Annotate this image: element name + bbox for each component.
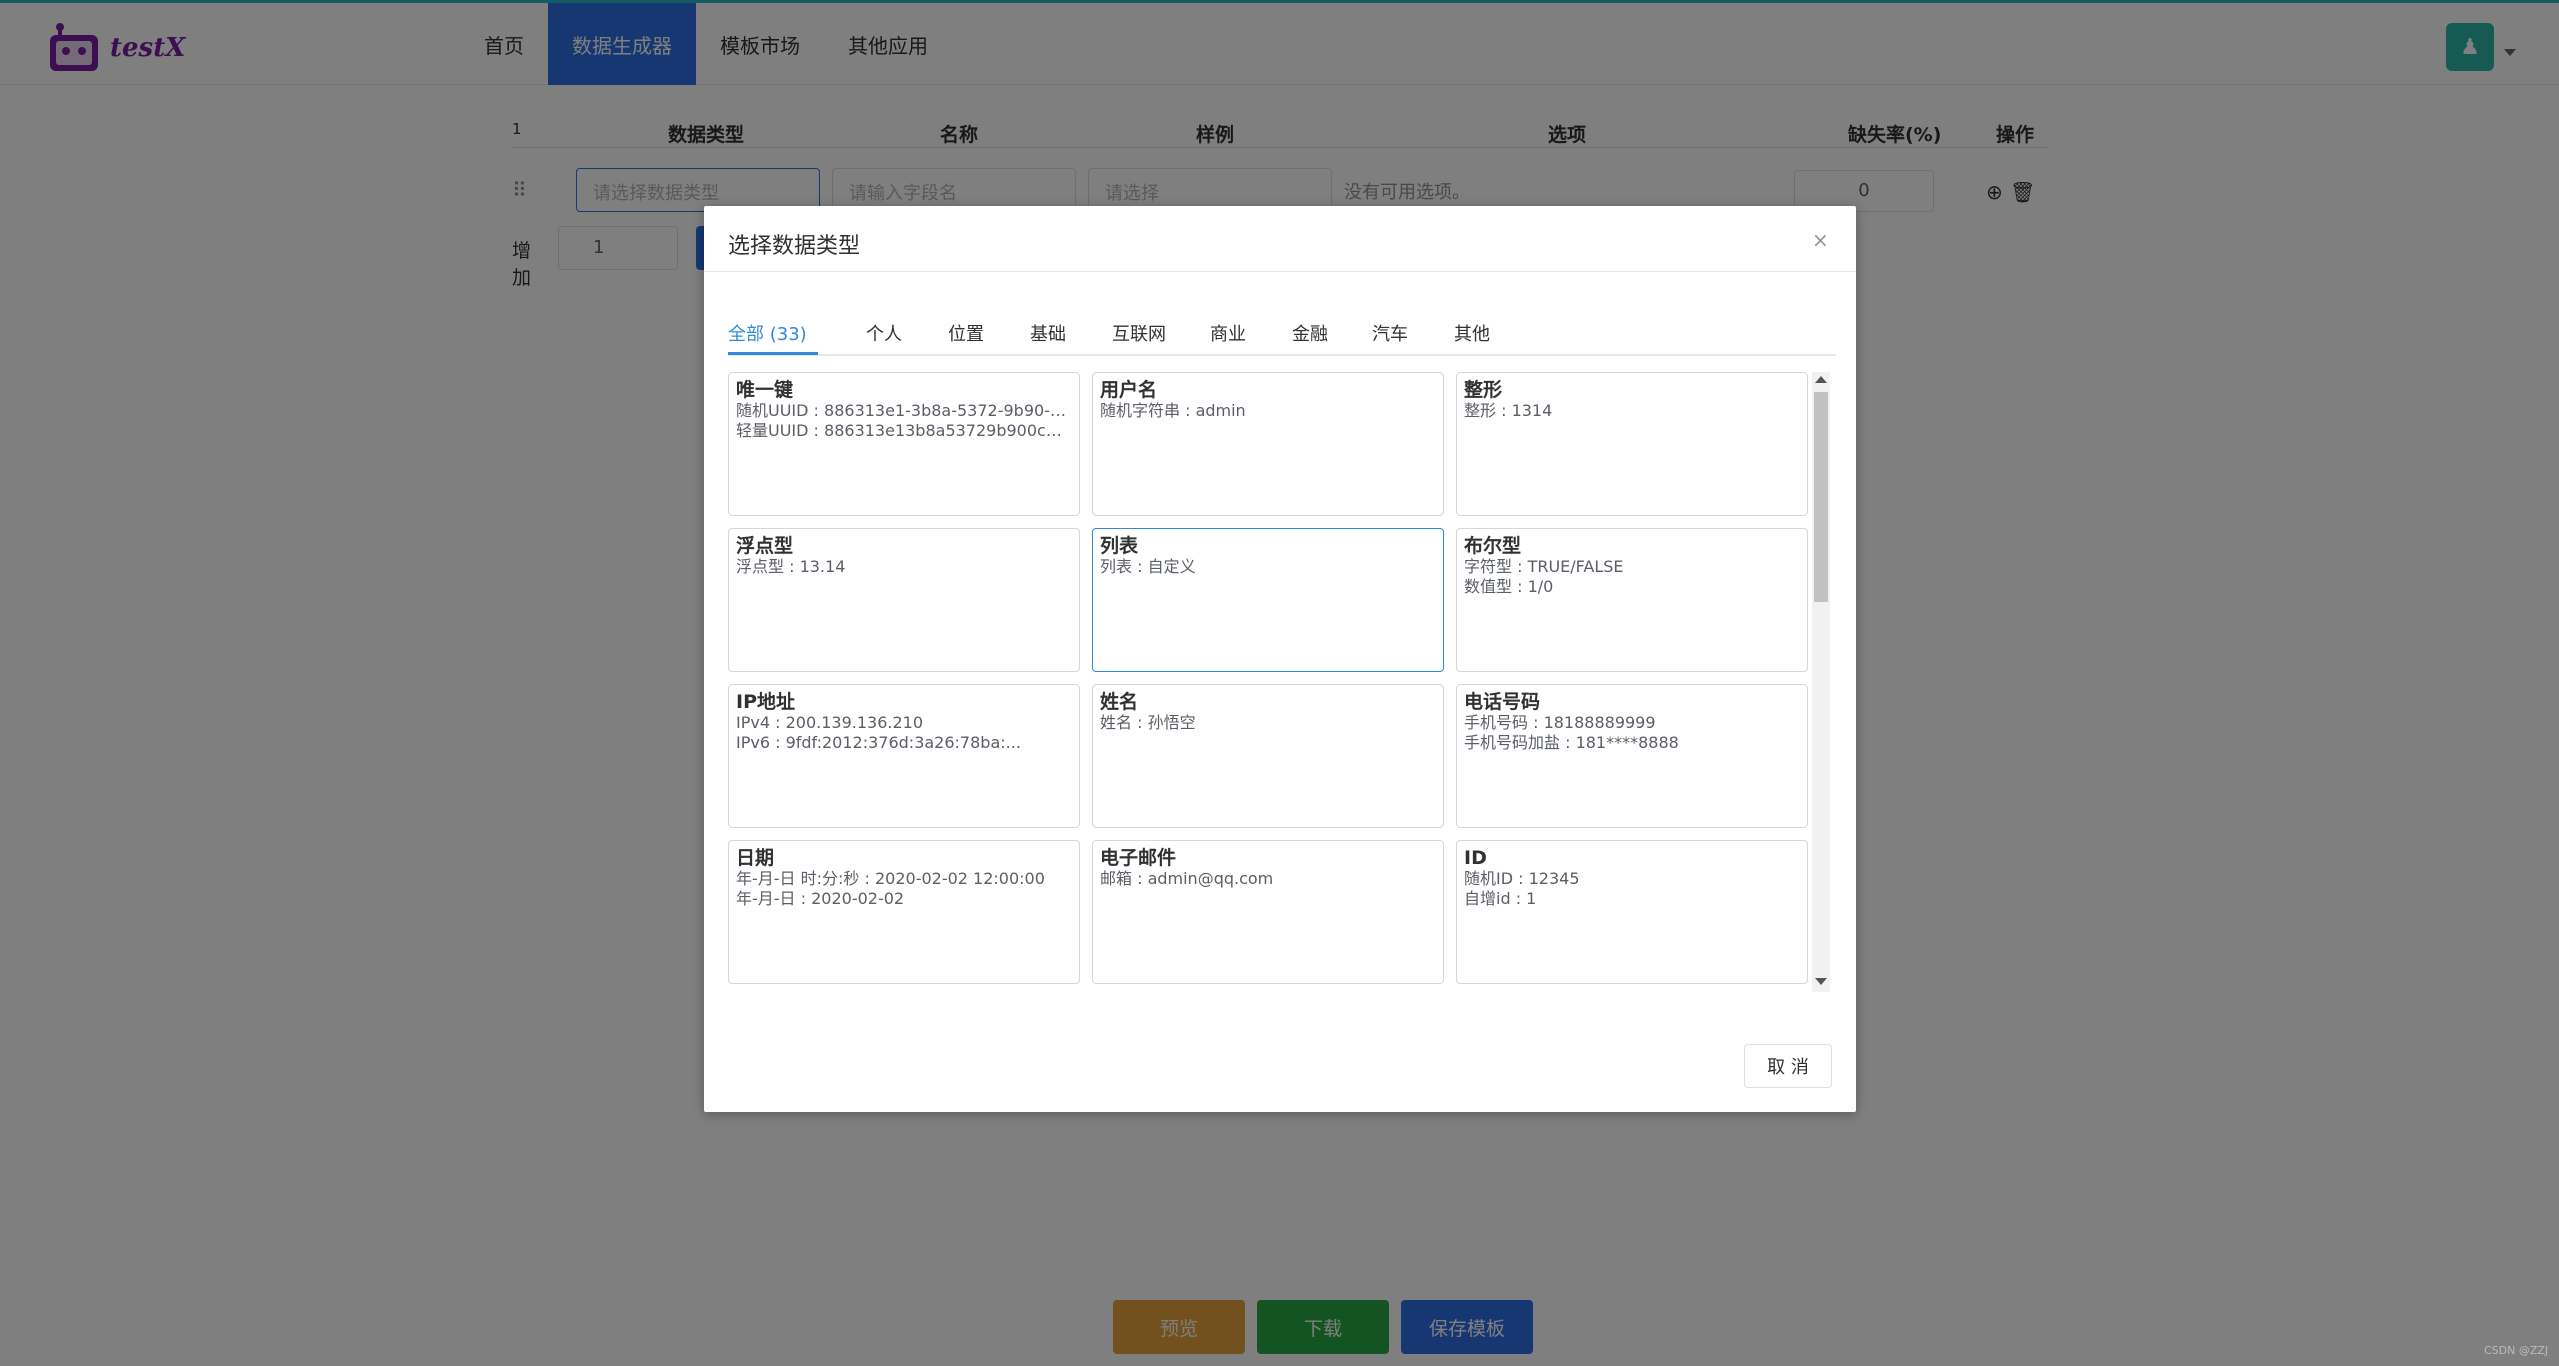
dialog-title: 选择数据类型: [728, 234, 861, 259]
scrollbar-thumb[interactable]: [1814, 392, 1828, 602]
card-sample: 随机ID : 12345: [1464, 869, 1580, 888]
card-title: IP地址: [736, 691, 795, 713]
card-title: 布尔型: [1464, 535, 1522, 557]
tab-basic[interactable]: 基础: [1030, 320, 1066, 346]
card-sample: 年-月-日 时:分:秒 : 2020-02-02 12:00:00: [736, 869, 1045, 888]
scroll-up-icon[interactable]: [1815, 376, 1827, 383]
card-sample: 手机号码加盐 : 181****8888: [1464, 733, 1679, 752]
card-sample: 随机字符串 : admin: [1100, 401, 1246, 420]
card-title: 整形: [1464, 379, 1503, 401]
active-tab-indicator: [728, 352, 818, 355]
card-title: 列表: [1100, 535, 1139, 557]
card-sample: 随机UUID : 886313e1-3b8a-5372-9b90-0c9aee1…: [736, 401, 1072, 420]
watermark: CSDN @ZZJ: [2484, 1344, 2549, 1357]
category-tabs: 全部 (33) 个人 位置 基础 互联网 商业 金融 汽车 其他: [728, 306, 1836, 356]
card-title: 用户名: [1100, 379, 1158, 401]
card-title: ID: [1464, 847, 1487, 869]
card-sample: 列表 : 自定义: [1100, 557, 1196, 576]
close-icon[interactable]: ×: [1812, 228, 1829, 252]
scroll-down-icon[interactable]: [1815, 978, 1827, 985]
card-title: 电子邮件: [1100, 847, 1177, 869]
card-sample: 轻量UUID : 886313e13b8a53729b900c9aee199e5…: [736, 421, 1072, 440]
card-title: 姓名: [1100, 691, 1139, 713]
card-sample: 手机号码 : 18188889999: [1464, 713, 1656, 732]
card-sample: IPv6 : 9fdf:2012:376d:3a26:78ba:...: [736, 733, 1021, 752]
card-sample: IPv4 : 200.139.136.210: [736, 713, 923, 732]
tab-finance[interactable]: 金融: [1292, 320, 1328, 346]
card-list[interactable]: 列表 列表 : 自定义: [1092, 528, 1444, 672]
card-date[interactable]: 日期 年-月-日 时:分:秒 : 2020-02-02 12:00:00 年-月…: [728, 840, 1080, 984]
card-title: 日期: [736, 847, 775, 869]
card-title: 电话号码: [1464, 691, 1541, 713]
card-boolean[interactable]: 布尔型 字符型 : TRUE/FALSE 数值型 : 1/0: [1456, 528, 1808, 672]
card-sample: 整形 : 1314: [1464, 401, 1553, 420]
card-title: 唯一键: [736, 379, 794, 401]
card-email[interactable]: 电子邮件 邮箱 : admin@qq.com: [1092, 840, 1444, 984]
card-sample: 自增id : 1: [1464, 889, 1537, 908]
dialog-header: 选择数据类型 ×: [704, 206, 1856, 272]
card-title: 浮点型: [736, 535, 794, 557]
tab-auto[interactable]: 汽车: [1372, 320, 1408, 346]
card-sample: 年-月-日 : 2020-02-02: [736, 889, 905, 908]
tab-internet[interactable]: 互联网: [1112, 320, 1166, 346]
cancel-button[interactable]: 取 消: [1744, 1044, 1832, 1088]
tab-business[interactable]: 商业: [1210, 320, 1246, 346]
card-id[interactable]: ID 随机ID : 12345 自增id : 1: [1456, 840, 1808, 984]
card-sample: 浮点型 : 13.14: [736, 557, 846, 576]
tab-location[interactable]: 位置: [948, 320, 984, 346]
card-sample: 邮箱 : admin@qq.com: [1100, 869, 1274, 888]
card-integer[interactable]: 整形 整形 : 1314: [1456, 372, 1808, 516]
tab-personal[interactable]: 个人: [866, 320, 902, 346]
card-unique-key[interactable]: 唯一键 随机UUID : 886313e1-3b8a-5372-9b90-0c9…: [728, 372, 1080, 516]
card-sample: 数值型 : 1/0: [1464, 577, 1554, 596]
card-ip-address[interactable]: IP地址 IPv4 : 200.139.136.210 IPv6 : 9fdf:…: [728, 684, 1080, 828]
card-full-name[interactable]: 姓名 姓名 : 孙悟空: [1092, 684, 1444, 828]
card-sample: 字符型 : TRUE/FALSE: [1464, 557, 1624, 576]
card-phone-number[interactable]: 电话号码 手机号码 : 18188889999 手机号码加盐 : 181****…: [1456, 684, 1808, 828]
tab-all[interactable]: 全部 (33): [728, 320, 807, 346]
select-data-type-dialog: 选择数据类型 × 全部 (33) 个人 位置 基础 互联网 商业 金融 汽车 其…: [704, 206, 1856, 1112]
data-type-card-grid: 唯一键 随机UUID : 886313e1-3b8a-5372-9b90-0c9…: [728, 372, 1814, 992]
card-grid-scrollbar[interactable]: [1812, 372, 1830, 992]
card-username[interactable]: 用户名 随机字符串 : admin: [1092, 372, 1444, 516]
card-float[interactable]: 浮点型 浮点型 : 13.14: [728, 528, 1080, 672]
card-sample: 姓名 : 孙悟空: [1100, 713, 1196, 732]
tab-other[interactable]: 其他: [1454, 320, 1490, 346]
